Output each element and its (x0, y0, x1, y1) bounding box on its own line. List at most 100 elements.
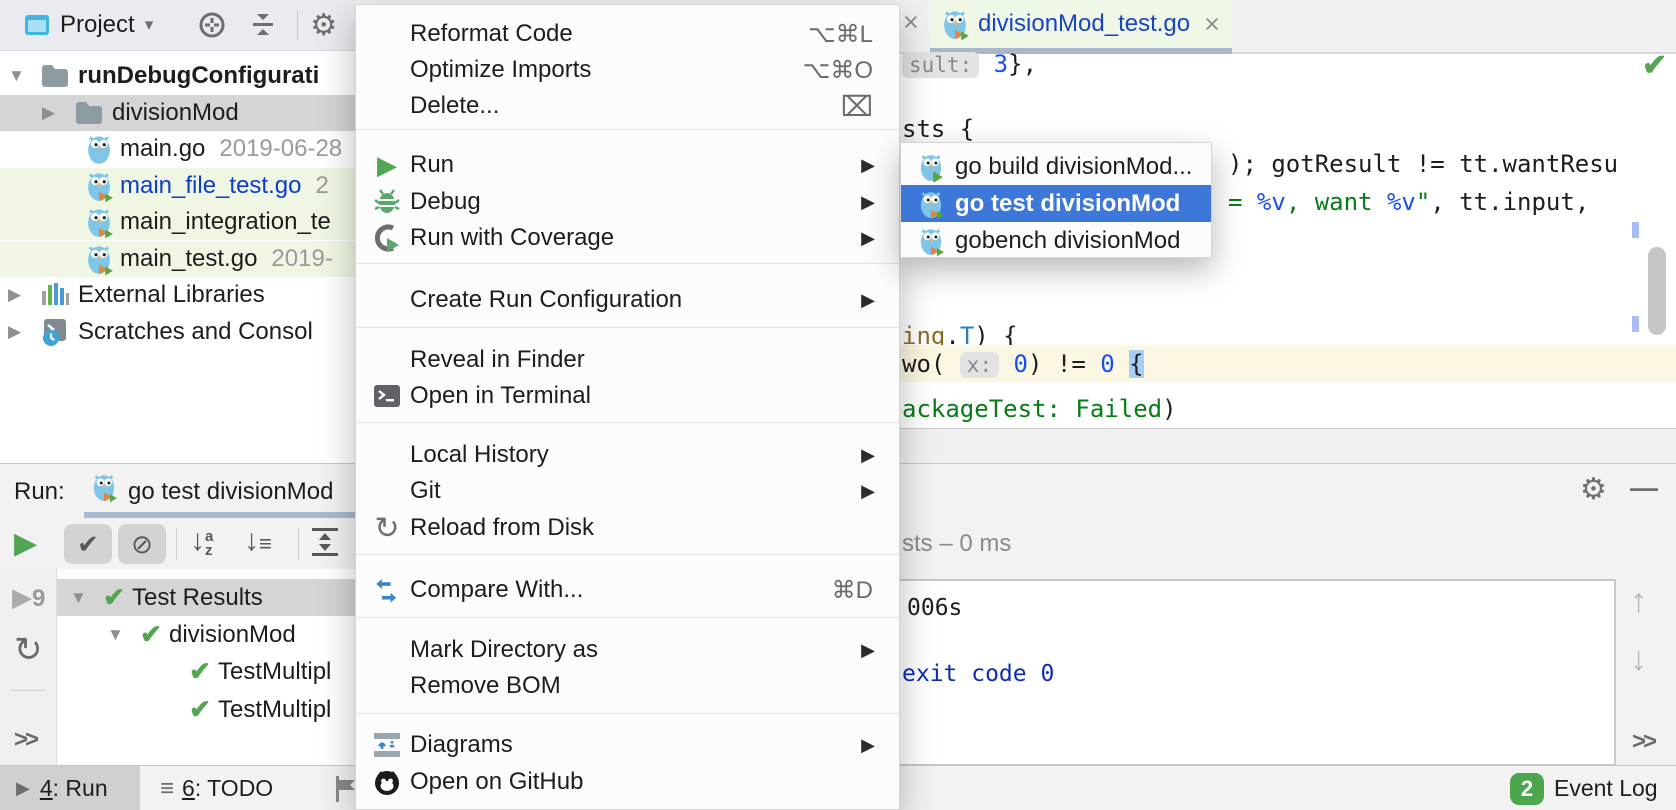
menu-separator (356, 554, 899, 555)
menu-separator (356, 263, 899, 264)
go-test-file-icon (84, 170, 114, 203)
coverage-icon (370, 222, 404, 254)
test-passed-icon: ✔ (140, 619, 162, 649)
menu-item-local-history[interactable]: Local History ▶ (356, 437, 899, 473)
reload-icon: ↻ (374, 511, 400, 545)
menu-item-reveal-in-finder[interactable]: Reveal in Finder (356, 342, 899, 378)
context-menu: Reformat Code ⌥⌘L Optimize Imports ⌥⌘O Del… (355, 4, 900, 810)
hidden-actions-icon[interactable]: >> (14, 726, 39, 754)
hidden-actions-icon[interactable]: >> (1632, 728, 1657, 756)
tree-item-external-libraries[interactable]: ▶ External Libraries (0, 277, 363, 313)
expand-closed-icon[interactable]: ▶ (8, 322, 34, 342)
sort-alphabetically-icon[interactable]: ↓a z (190, 524, 213, 558)
tree-item-scratches[interactable]: ▶ Scratches and Consol (0, 314, 363, 350)
code-line-4[interactable]: = %v, want %v", tt.input, (1228, 188, 1589, 216)
menu-item-run-with-coverage[interactable]: Run with Coverage ▶ (356, 220, 899, 256)
gobench-icon (917, 226, 945, 256)
toolbar-divider (298, 528, 299, 560)
submenu-item-go-build[interactable]: go build divisionMod... (901, 148, 1211, 185)
submenu-arrow-icon: ▶ (861, 444, 875, 465)
locate-file-icon[interactable] (197, 10, 227, 40)
code-line-3[interactable]: ); gotResult != tt.wantResu (1228, 150, 1618, 178)
expand-closed-icon[interactable]: ▶ (8, 285, 34, 305)
debug-bug-icon (370, 186, 404, 218)
inspections-ok-icon[interactable]: ✔ (1642, 48, 1667, 83)
submenu-arrow-icon: ▶ (861, 639, 875, 660)
code-line-6[interactable]: wo( x: 0) != 0 { (902, 350, 1144, 378)
param-hint-chip: sult: (902, 52, 980, 78)
tab-label: divisionMod_test.go (978, 10, 1191, 37)
diagrams-icon (370, 729, 404, 761)
submenu-arrow-icon: ▶ (861, 480, 875, 501)
tab-divisionmod-test[interactable]: divisionMod_test.go × (930, 0, 1232, 48)
menu-separator (356, 327, 899, 328)
test-history-icon[interactable]: ↻ (14, 630, 43, 670)
code-line-1[interactable]: sult: 3}, (902, 50, 1037, 78)
sort-by-duration-icon[interactable]: ↓≡ (244, 524, 272, 558)
menu-item-git[interactable]: Git ▶ (356, 473, 899, 509)
show-passed-toggle[interactable]: ✔ (64, 524, 112, 564)
go-test-file-icon (84, 243, 114, 276)
up-arrow-icon[interactable]: ↑ (1630, 582, 1647, 621)
change-marker (1632, 316, 1639, 332)
menu-item-remove-bom[interactable]: Remove BOM (356, 668, 899, 704)
menu-item-open-on-github[interactable]: Open on GitHub (356, 764, 899, 800)
menu-item-open-in-terminal[interactable]: Open in Terminal (356, 378, 899, 414)
submenu-item-go-test[interactable]: go test divisionMod (901, 185, 1211, 222)
run-tab-label[interactable]: go test divisionMod (128, 478, 333, 506)
event-log-badge: 2 (1510, 772, 1544, 805)
test-passed-icon: ✔ (189, 694, 211, 724)
menu-separator (356, 422, 899, 423)
menu-separator (356, 129, 899, 130)
menu-separator (356, 617, 899, 618)
rerun-failed-tests-icon[interactable]: ▶9 (12, 582, 45, 613)
submenu-arrow-icon: ▶ (861, 289, 875, 310)
menu-item-delete[interactable]: Delete... ⌧ (356, 88, 899, 124)
go-test-icon (917, 189, 945, 219)
rerun-button[interactable]: ▶ (14, 526, 37, 561)
gear-icon[interactable]: ⚙ (1580, 472, 1607, 507)
menu-item-reformat-code[interactable]: Reformat Code ⌥⌘L (356, 16, 899, 52)
submenu-arrow-icon: ▶ (861, 154, 875, 175)
submenu-arrow-icon: ▶ (861, 734, 875, 755)
menu-item-compare-with[interactable]: Compare With... ⌘D (356, 572, 899, 608)
tree-item-rundebugconfig[interactable]: ▼ runDebugConfigurati (0, 58, 363, 94)
test-status-text: sts – 0 ms (902, 530, 1012, 557)
down-arrow-icon[interactable]: ↓ (1630, 640, 1647, 679)
tree-item-divisionmod[interactable]: ▶ divisionMod (0, 95, 397, 131)
tab-close-icon[interactable]: × (1204, 11, 1220, 38)
menu-separator (356, 713, 899, 714)
menu-item-optimize-imports[interactable]: Optimize Imports ⌥⌘O (356, 52, 899, 88)
minimize-icon[interactable]: — (1630, 472, 1658, 504)
collapse-all-icon[interactable] (247, 10, 279, 40)
code-line-2[interactable]: sts { (902, 115, 974, 143)
project-tool-icon (25, 15, 49, 35)
code-line-7[interactable]: ackageTest: Failed) (902, 395, 1177, 423)
gear-icon[interactable]: ⚙ (310, 8, 337, 43)
prev-tab-close-icon[interactable]: × (903, 9, 919, 36)
param-hint-chip: x: (959, 352, 1000, 378)
submenu-arrow-icon: ▶ (861, 191, 875, 212)
expand-closed-icon[interactable]: ▶ (42, 103, 68, 123)
expand-all-icon[interactable] (308, 524, 342, 560)
menu-item-reload-from-disk[interactable]: ↻ Reload from Disk (356, 510, 899, 546)
toolwindow-button-todo[interactable]: ≡ 6: TODO (160, 766, 273, 810)
menu-item-run[interactable]: ▶ Run ▶ (356, 147, 899, 183)
submenu-arrow-icon: ▶ (861, 227, 875, 248)
event-log-button[interactable]: 2 Event Log (1510, 766, 1658, 810)
menu-item-create-run-configuration[interactable]: Create Run Configuration ▶ (356, 282, 899, 318)
show-ignored-toggle[interactable]: ⊘ (118, 524, 166, 564)
toolbar-divider (297, 10, 299, 40)
test-passed-icon: ✔ (103, 582, 125, 612)
toolbar-divider (176, 528, 177, 560)
chevron-down-icon[interactable]: ▾ (145, 15, 154, 35)
toolwindow-button-run[interactable]: ▶ 4: Run (0, 766, 140, 810)
github-icon (370, 766, 404, 798)
expand-open-icon[interactable]: ▼ (8, 66, 34, 86)
menu-item-mark-directory-as[interactable]: Mark Directory as ▶ (356, 632, 899, 668)
menu-item-diagrams[interactable]: Diagrams ▶ (356, 727, 899, 763)
editor-scrollbar[interactable] (1648, 247, 1666, 335)
submenu-item-gobench[interactable]: gobench divisionMod (901, 222, 1211, 259)
menu-item-debug[interactable]: Debug ▶ (356, 184, 899, 220)
delete-key-icon: ⌧ (840, 90, 873, 122)
